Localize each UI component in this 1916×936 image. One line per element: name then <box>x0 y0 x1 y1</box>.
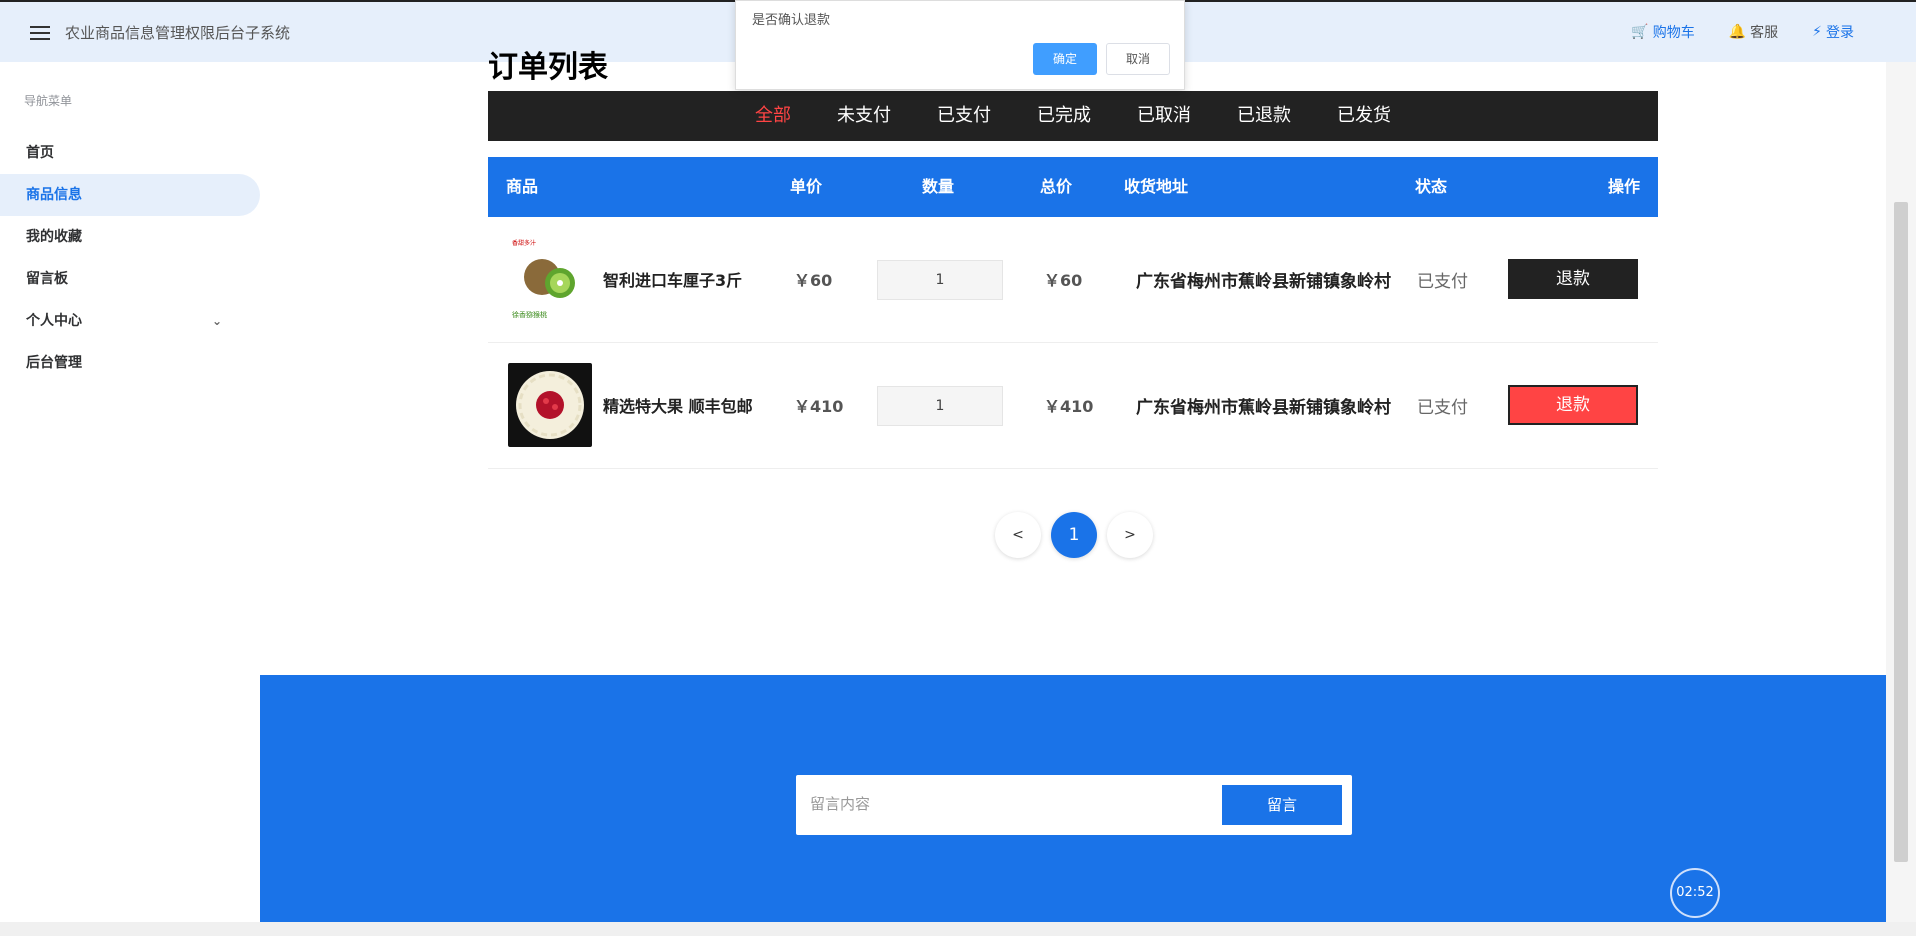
svg-text:香甜多汁: 香甜多汁 <box>512 239 536 247</box>
col-quantity: 数量 <box>922 177 955 196</box>
prev-page-button[interactable]: < <box>995 512 1041 558</box>
dialog-message: 是否确认退款 <box>752 13 831 28</box>
sidebar-item-label: 我的收藏 <box>26 229 82 245</box>
login-link[interactable]: ⚡ 登录 <box>1812 22 1854 42</box>
svg-text:徐香猕猴桃: 徐香猕猴桃 <box>512 310 547 319</box>
login-label: 登录 <box>1826 25 1854 41</box>
tab-paid[interactable]: 已支付 <box>914 91 1014 141</box>
service-label: 客服 <box>1750 25 1779 41</box>
sidebar-title: 导航菜单 <box>24 94 73 108</box>
refund-button[interactable]: 退款 <box>1508 259 1638 299</box>
total-price: ￥410 <box>1044 397 1094 416</box>
sidebar-item-label: 首页 <box>26 145 54 161</box>
refund-button[interactable]: 退款 <box>1508 385 1638 425</box>
col-unit-price: 单价 <box>790 177 823 196</box>
bell-icon: 🔔 <box>1728 24 1747 40</box>
tab-shipped[interactable]: 已发货 <box>1314 91 1414 141</box>
col-product: 商品 <box>506 177 539 196</box>
table-row: 精选特大果 顺丰包邮 ￥410 1 ￥410 广东省梅州市蕉岭县新铺镇象岭村 已… <box>488 343 1658 469</box>
order-table: 商品 单价 数量 总价 收货地址 状态 操作 香甜多汁 徐香猕猴桃 智利进口车厘… <box>488 157 1658 469</box>
unit-price: ￥60 <box>794 271 833 290</box>
sidebar-item-favorites[interactable]: 我的收藏 <box>0 216 260 258</box>
sidebar-item-label: 后台管理 <box>26 355 82 371</box>
tab-completed[interactable]: 已完成 <box>1014 91 1114 141</box>
sidebar-item-label: 商品信息 <box>26 187 82 203</box>
sidebar-item-home[interactable]: 首页 <box>0 132 260 174</box>
submit-message-button[interactable]: 留言 <box>1222 785 1342 825</box>
unit-price: ￥410 <box>794 397 844 416</box>
cart-label: 购物车 <box>1652 25 1695 41</box>
quantity-field[interactable]: 1 <box>877 386 1003 426</box>
top-links: 🛒 购物车 🔔 客服 ⚡ 登录 <box>1631 22 1854 42</box>
order-status: 已支付 <box>1417 398 1468 418</box>
shipping-address: 广东省梅州市蕉岭县新铺镇象岭村 <box>1136 398 1391 418</box>
next-page-button[interactable]: > <box>1107 512 1153 558</box>
product-image <box>508 363 592 447</box>
message-input[interactable]: 留言内容 <box>810 793 870 814</box>
page-button-current[interactable]: 1 <box>1051 512 1097 558</box>
total-price: ￥60 <box>1044 271 1083 290</box>
scrollbar-thumb[interactable] <box>1894 202 1908 862</box>
tab-unpaid[interactable]: 未支付 <box>814 91 914 141</box>
tab-refunded[interactable]: 已退款 <box>1214 91 1314 141</box>
chevron-down-icon: ⌄ <box>211 314 222 328</box>
shipping-address: 广东省梅州市蕉岭县新铺镇象岭村 <box>1136 272 1391 292</box>
col-status: 状态 <box>1415 177 1448 196</box>
tab-cancelled[interactable]: 已取消 <box>1114 91 1214 141</box>
footer: 留言内容 留言 <box>260 675 1886 936</box>
timer-badge: 02:52 <box>1670 868 1720 918</box>
cart-icon: 🛒 <box>1631 24 1649 40</box>
product-name: 智利进口车厘子3斤 <box>603 271 743 290</box>
service-link[interactable]: 🔔 客服 <box>1729 22 1778 42</box>
cancel-button[interactable]: 取消 <box>1106 43 1170 75</box>
cart-link[interactable]: 🛒 购物车 <box>1631 22 1694 42</box>
product-image: 香甜多汁 徐香猕猴桃 <box>508 237 592 321</box>
sidebar-item-label: 个人中心 <box>26 313 82 329</box>
product-name: 精选特大果 顺丰包邮 <box>603 397 753 416</box>
order-status: 已支付 <box>1417 272 1468 292</box>
sidebar-item-messages[interactable]: 留言板 <box>0 258 260 300</box>
pagination: < 1 > <box>995 512 1153 558</box>
confirm-button[interactable]: 确定 <box>1033 43 1097 75</box>
bolt-icon: ⚡ <box>1812 24 1822 40</box>
sidebar: 导航菜单 首页 商品信息 我的收藏 留言板 个人中心 ⌄ 后台管理 <box>0 62 260 922</box>
sidebar-item-products[interactable]: 商品信息 <box>0 174 260 216</box>
hamburger-menu-icon[interactable] <box>30 26 50 40</box>
quantity-field[interactable]: 1 <box>877 260 1003 300</box>
tab-all[interactable]: 全部 <box>732 91 814 141</box>
page-title: 订单列表 <box>488 50 608 85</box>
table-header: 商品 单价 数量 总价 收货地址 状态 操作 <box>488 157 1658 217</box>
col-address: 收货地址 <box>1124 177 1189 196</box>
table-row: 香甜多汁 徐香猕猴桃 智利进口车厘子3斤 ￥60 1 ￥60 广东省梅州市蕉岭县… <box>488 217 1658 343</box>
horizontal-scrollbar[interactable] <box>0 922 1916 936</box>
sidebar-item-admin[interactable]: 后台管理 <box>0 342 260 384</box>
main-content: 订单列表 全部 未支付 已支付 已完成 已取消 已退款 已发货 商品 单价 数量… <box>260 50 1886 936</box>
confirm-dialog: 是否确认退款 确定 取消 <box>735 0 1185 90</box>
vertical-scrollbar[interactable] <box>1886 62 1916 922</box>
sidebar-item-label: 留言板 <box>26 271 68 287</box>
col-action: 操作 <box>1608 177 1641 196</box>
col-total: 总价 <box>1040 177 1073 196</box>
sidebar-item-profile[interactable]: 个人中心 ⌄ <box>0 300 260 342</box>
order-status-tabs: 全部 未支付 已支付 已完成 已取消 已退款 已发货 <box>488 91 1658 141</box>
message-form: 留言内容 留言 <box>796 775 1352 835</box>
app-title: 农业商品信息管理权限后台子系统 <box>65 24 291 42</box>
